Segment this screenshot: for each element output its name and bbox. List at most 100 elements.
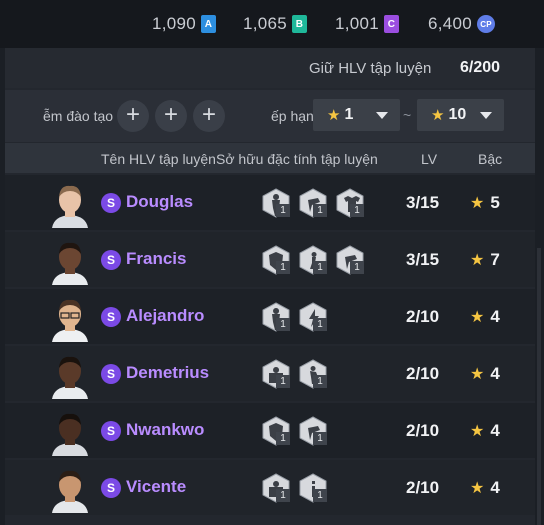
coach-name: Nwankwo [126, 420, 205, 439]
trait-count: 1 [276, 489, 290, 502]
hold-label: Giữ HLV tập luyện [309, 60, 432, 77]
trait-count: 1 [313, 489, 327, 502]
trait-list: 11 [261, 416, 335, 448]
table-row[interactable]: S Vicente 1 1 2/10 ★ 4 [5, 460, 535, 515]
sprint-icon: 1 [298, 245, 335, 275]
coach-rank: ★ 5 [470, 193, 500, 213]
goalkeeper-icon: 1 [261, 359, 298, 389]
hold-count: 6/200 [460, 59, 501, 76]
info-icon: 1 [298, 473, 335, 503]
star-icon: ★ [470, 423, 485, 440]
lightning-icon: 1 [298, 302, 335, 332]
coach-level: 2/10 [406, 478, 440, 497]
currency-b-icon: B [292, 15, 308, 33]
goalkeeper-icon: 1 [261, 473, 298, 503]
currency-cp-value: 6,400 [428, 14, 473, 33]
coach-rank: ★ 4 [470, 307, 500, 327]
coach-avatar [50, 465, 90, 513]
header-lv: LV [421, 151, 438, 167]
trait-count: 1 [276, 432, 290, 445]
currency-c-icon: C [384, 15, 400, 33]
star-icon: ★ [431, 107, 445, 124]
header-traits: Sở hữu đặc tính tập luyện [216, 151, 378, 167]
trait-count: 1 [313, 204, 327, 217]
table-header: Tên HLV tập luyện Sở hữu đặc tính tập lu… [5, 143, 535, 173]
player-icon: 1 [261, 302, 298, 332]
star-icon: ★ [470, 309, 485, 326]
jersey-icon: 1 [335, 188, 372, 218]
rank-max-select[interactable]: ★ 10 [417, 99, 504, 131]
coach-level: 2/10 [406, 307, 440, 326]
shield-icon: 1 [261, 245, 298, 275]
trait-count: 1 [276, 261, 290, 274]
add-filter-button-1[interactable]: + [117, 100, 149, 132]
trait-count: 1 [276, 204, 290, 217]
trait-count: 1 [313, 375, 327, 388]
coach-rank-value: 4 [490, 478, 500, 497]
coach-rank-value: 4 [490, 421, 500, 440]
coach-rank-value: 7 [490, 250, 500, 269]
star-icon: ★ [327, 107, 341, 124]
currency-b: 1,065 B [243, 13, 308, 35]
hold-row: Giữ HLV tập luyện 6/200 [5, 48, 535, 88]
coach-rank: ★ 4 [470, 421, 500, 441]
star-icon: ★ [470, 480, 485, 497]
coach-avatar [50, 351, 90, 399]
trait-list: 11 [261, 359, 335, 391]
table-row[interactable]: S Francis 1 1 1 3/15 ★ 7 [5, 232, 535, 287]
trait-count: 1 [313, 261, 327, 274]
trait-count: 1 [350, 261, 364, 274]
grade-badge-icon: S [101, 193, 121, 213]
grade-badge-icon: S [101, 307, 121, 327]
header-rank: Bậc [478, 151, 503, 167]
coach-name: Douglas [126, 192, 194, 211]
coach-avatar [50, 180, 90, 228]
filter-row: ễm đào tạo + + + ếp hạng ★ 1 ★ 10 [5, 90, 535, 142]
trait-count: 1 [313, 432, 327, 445]
currency-c: 1,001 C [335, 13, 400, 35]
add-filter-button-2[interactable]: + [155, 100, 187, 132]
grade-badge-icon: S [101, 478, 121, 498]
rank-max-value: 10 [448, 106, 467, 123]
rank-min-select[interactable]: ★ 1 [313, 99, 400, 131]
coach-name: Francis [126, 249, 187, 268]
table-row[interactable]: S Nwankwo 1 1 2/10 ★ 4 [5, 403, 535, 458]
player-icon: 1 [261, 188, 298, 218]
table-row[interactable]: S Alejandro 1 1 2/10 ★ 4 [5, 289, 535, 344]
trait-list: 11 [261, 302, 335, 334]
currency-c-value: 1,001 [335, 14, 380, 33]
currency-a: 1,090 A [152, 13, 217, 35]
kick-icon: 1 [335, 245, 372, 275]
coach-avatar [50, 294, 90, 342]
grade-badge-icon: S [101, 364, 121, 384]
currency-a-value: 1,090 [152, 14, 197, 33]
run-icon: 1 [298, 359, 335, 389]
add-filter-button-3[interactable]: + [193, 100, 225, 132]
star-icon: ★ [470, 252, 485, 269]
currency-b-value: 1,065 [243, 14, 288, 33]
coach-name: Alejandro [126, 306, 205, 325]
coach-rank: ★ 4 [470, 364, 500, 384]
table-row[interactable]: S Douglas 1 1 1 3/15 ★ 5 [5, 175, 535, 230]
table-row[interactable]: S Demetrius 1 1 2/10 ★ 4 [5, 346, 535, 401]
trait-count: 1 [313, 318, 327, 331]
trait-list: 1 1 1 [261, 188, 372, 220]
range-separator: ~ [403, 107, 412, 123]
star-icon: ★ [470, 195, 485, 212]
kick-icon: 1 [298, 416, 335, 446]
rank-min-value: 1 [344, 106, 354, 123]
grade-badge-icon: S [101, 250, 121, 270]
trait-list: 11 [261, 473, 335, 505]
trait-count: 1 [276, 318, 290, 331]
scrollbar[interactable] [537, 248, 541, 525]
coach-level: 3/15 [406, 250, 440, 269]
grade-badge-icon: S [101, 421, 121, 441]
coach-panel: Giữ HLV tập luyện 6/200 ễm đào tạo + + +… [5, 48, 541, 525]
header-name: Tên HLV tập luyện [101, 151, 216, 167]
coach-rank: ★ 7 [470, 250, 500, 270]
currency-bar: 1,090 A 1,065 B 1,001 C 6,400 CP [0, 0, 544, 48]
coach-avatar [50, 237, 90, 285]
currency-cp: 6,400 CP [428, 13, 496, 35]
coach-name: Vicente [126, 477, 187, 496]
currency-a-icon: A [201, 15, 217, 33]
